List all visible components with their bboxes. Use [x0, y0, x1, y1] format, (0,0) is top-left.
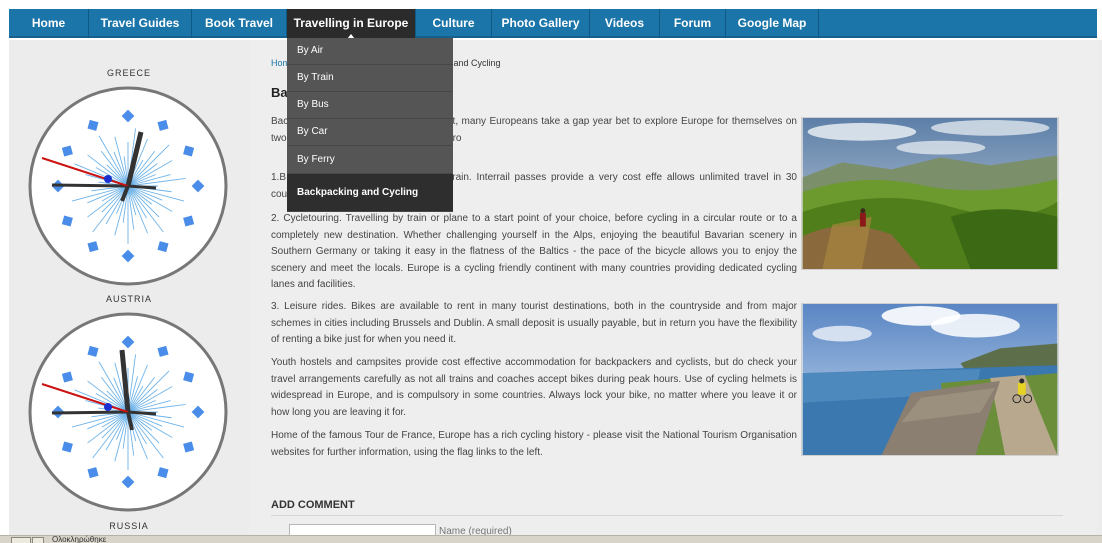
clock-label-russia: RUSSIA [109, 521, 149, 531]
dropdown-item-backpacking-cycling[interactable]: Backpacking and Cycling [287, 174, 453, 212]
clock-greece [28, 86, 228, 286]
status-text: Ολοκληρώθηκε [52, 535, 107, 543]
page-title: Ba [271, 85, 288, 100]
nav-culture[interactable]: Culture [416, 9, 492, 38]
nav-google-map[interactable]: Google Map [726, 9, 819, 38]
nav-travelling-in-europe[interactable]: Travelling in Europe [287, 9, 416, 39]
clock-center-dot [104, 175, 112, 183]
top-nav: Home Travel Guides Book Travel Travellin… [9, 9, 1097, 39]
clock-minute-hand [51, 410, 129, 415]
dropdown-item-by-bus[interactable]: By Bus [287, 92, 453, 119]
clock-hand-tail [127, 410, 157, 416]
nav-home[interactable]: Home [9, 9, 89, 38]
dropdown-item-by-car[interactable]: By Car [287, 119, 453, 146]
paragraph-leisure-rides: 3. Leisure rides. Bikes are available to… [271, 301, 797, 345]
nav-book-travel[interactable]: Book Travel [192, 9, 287, 38]
vertical-scrollbar[interactable] [1097, 40, 1102, 535]
nav-forum[interactable]: Forum [660, 9, 726, 38]
browser-status-bar: Ολοκληρώθηκε [0, 535, 1102, 543]
nav-travelling-in-europe-label: Travelling in Europe [293, 16, 409, 30]
clock-austria [28, 312, 228, 512]
cyclist-figure [1017, 382, 1026, 395]
divider [271, 515, 1063, 516]
dropdown-item-by-air[interactable]: By Air [287, 38, 453, 65]
paragraph-youth-hostels: Youth hostels and campsites provide cost… [271, 357, 797, 418]
clock-hand-tail [127, 184, 157, 190]
nav-photo-gallery[interactable]: Photo Gallery [492, 9, 590, 38]
hiker-valley-photo [801, 117, 1059, 270]
cyclist-coast-photo [801, 303, 1059, 456]
add-comment-heading: ADD COMMENT [271, 499, 355, 511]
page-icon [11, 537, 31, 543]
clock-minute-hand [51, 183, 129, 188]
paragraph-tour-de-france: Home of the famous Tour de France, Europ… [271, 430, 797, 458]
world-clocks-panel: GREECE AUSTRIA RUSSIA [9, 40, 249, 535]
dropdown-item-by-train[interactable]: By Train [287, 65, 453, 92]
nav-videos[interactable]: Videos [590, 9, 660, 38]
dropdown-item-by-ferry[interactable]: By Ferry [287, 146, 453, 174]
security-icon [32, 537, 44, 543]
clock-label-austria: AUSTRIA [105, 294, 152, 304]
hiker-figure [859, 212, 866, 227]
clock-label-greece: GREECE [106, 68, 151, 78]
clock-center-dot [104, 403, 112, 411]
travelling-in-europe-dropdown: By Air By Train By Bus By Car By Ferry B… [287, 38, 453, 212]
paragraph-cycletouring: 2. Cycletouring. Travelling by train or … [271, 213, 797, 290]
nav-travel-guides[interactable]: Travel Guides [89, 9, 192, 38]
